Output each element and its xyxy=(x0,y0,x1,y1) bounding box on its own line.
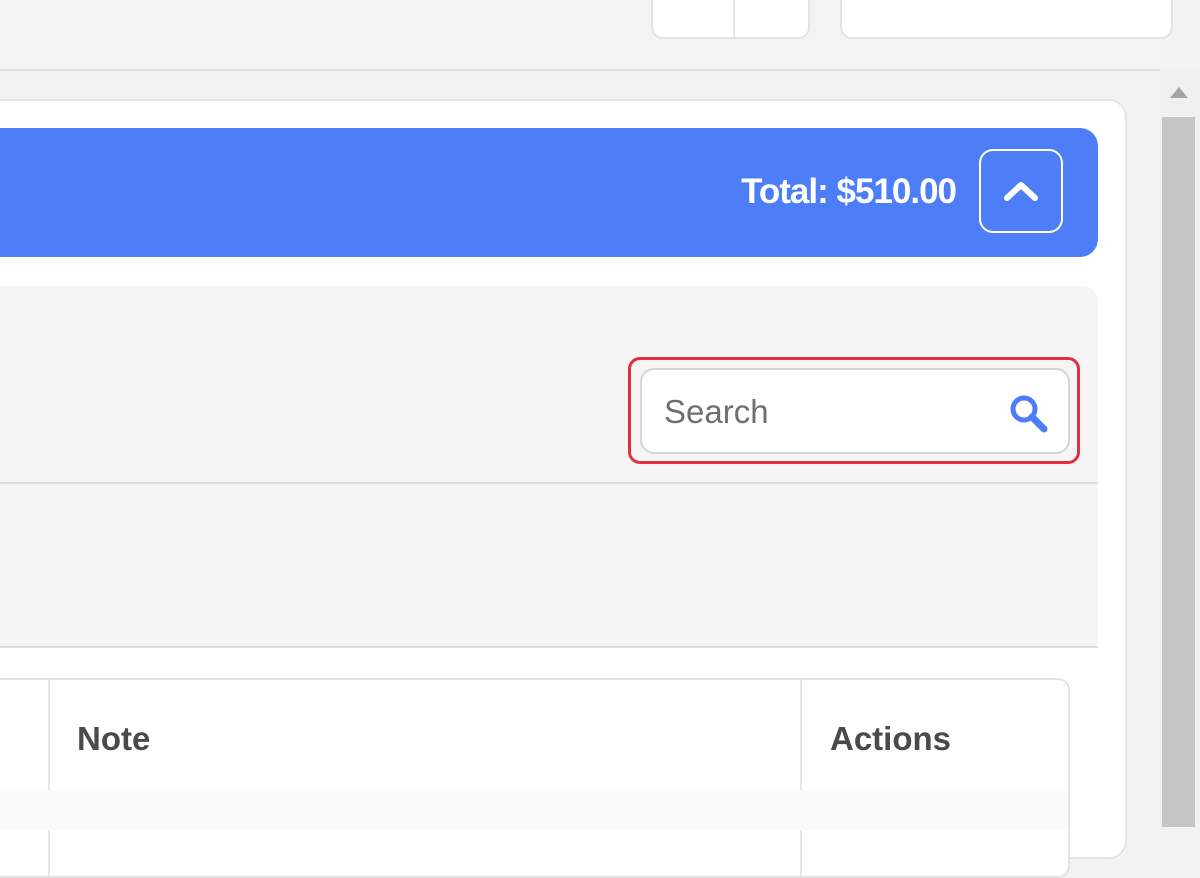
top-action-button[interactable] xyxy=(840,0,1173,39)
search-field[interactable] xyxy=(640,368,1070,454)
top-button-group[interactable] xyxy=(651,0,810,39)
column-separator xyxy=(800,680,802,876)
data-table: Note Actions xyxy=(0,678,1070,878)
scrollbar[interactable] xyxy=(1160,70,1200,827)
search-input[interactable] xyxy=(662,370,996,454)
total-amount: Total: $510.00 xyxy=(741,172,957,211)
button-separator xyxy=(733,0,735,37)
column-header-actions[interactable]: Actions xyxy=(830,720,951,758)
section-divider xyxy=(0,646,1098,648)
summary-bar: Total: $510.00 xyxy=(0,128,1098,257)
scroll-thumb[interactable] xyxy=(1162,117,1195,827)
collapse-button[interactable] xyxy=(979,149,1063,233)
search-icon[interactable] xyxy=(1008,393,1052,437)
filter-divider xyxy=(0,482,1098,484)
chevron-up-icon xyxy=(1004,182,1038,201)
table-row[interactable] xyxy=(0,790,1068,830)
top-toolbar xyxy=(0,0,1173,71)
scroll-up-arrow-icon[interactable] xyxy=(1170,87,1188,98)
column-header-note[interactable]: Note xyxy=(77,720,150,758)
filter-panel xyxy=(0,286,1098,646)
column-separator xyxy=(48,680,50,876)
